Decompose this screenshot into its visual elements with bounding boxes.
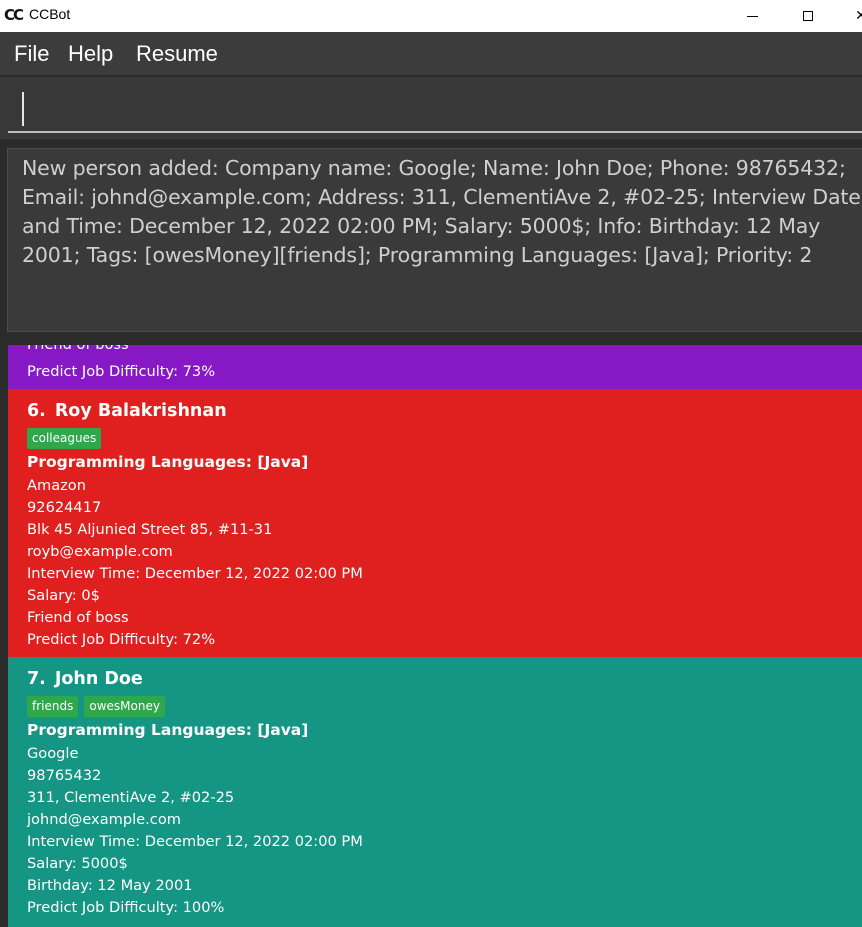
person-difficulty: Predict Job Difficulty: 73% bbox=[27, 363, 216, 380]
tag-label: friends bbox=[27, 696, 79, 717]
person-languages: Programming Languages: [Java] bbox=[27, 453, 309, 471]
command-box bbox=[0, 77, 862, 139]
person-email: johnd@example.com bbox=[27, 811, 181, 828]
person-interview-time: Interview Time: December 12, 2022 02:00 … bbox=[27, 833, 363, 850]
menu-help[interactable]: Help bbox=[68, 41, 113, 67]
close-button[interactable]: ✕ bbox=[838, 0, 862, 32]
person-card[interactable]: 7. John Doe friends owesMoney Programming… bbox=[8, 657, 862, 927]
menu-file[interactable]: File bbox=[14, 41, 49, 67]
person-name-text: Roy Balakrishnan bbox=[54, 401, 227, 421]
person-address: 311, ClementiAve 2, #02-25 bbox=[27, 789, 235, 806]
person-info: Friend of boss bbox=[27, 609, 129, 626]
person-tags: friends owesMoney bbox=[27, 696, 165, 717]
maximize-button[interactable] bbox=[785, 0, 831, 32]
result-display[interactable]: New person added: Company name: Google; … bbox=[7, 148, 862, 332]
person-card[interactable]: Friend of boss Predict Job Difficulty: 7… bbox=[8, 345, 862, 389]
person-email: royb@example.com bbox=[27, 543, 173, 560]
ccbot-logo-icon: CC bbox=[4, 6, 24, 24]
person-languages: Programming Languages: [Java] bbox=[27, 721, 309, 739]
person-info: Birthday: 12 May 2001 bbox=[27, 877, 193, 894]
menu-resume[interactable]: Resume bbox=[136, 41, 218, 67]
person-interview-time: Interview Time: December 12, 2022 02:00 … bbox=[27, 565, 363, 582]
text-caret bbox=[22, 92, 24, 126]
person-card[interactable]: 6. Roy Balakrishnan colleagues Programmin… bbox=[8, 389, 862, 657]
person-list[interactable]: Friend of boss Predict Job Difficulty: 7… bbox=[0, 345, 862, 927]
person-difficulty: Predict Job Difficulty: 100% bbox=[27, 899, 225, 916]
window-title: CCBot bbox=[29, 6, 71, 22]
minimize-button[interactable] bbox=[729, 0, 775, 32]
tag-label: owesMoney bbox=[84, 696, 165, 717]
person-salary: Salary: 0$ bbox=[27, 587, 100, 604]
result-display-panel: New person added: Company name: Google; … bbox=[0, 140, 862, 345]
tag-label: colleagues bbox=[27, 428, 102, 449]
person-phone: 98765432 bbox=[27, 767, 102, 784]
command-input[interactable] bbox=[8, 83, 862, 133]
person-index: 7. bbox=[27, 669, 46, 689]
person-company: Amazon bbox=[27, 477, 86, 494]
person-address: Blk 45 Aljunied Street 85, #11-31 bbox=[27, 521, 273, 538]
menu-bar: File Help Resume bbox=[0, 32, 862, 76]
close-icon: ✕ bbox=[855, 8, 862, 24]
person-salary: Salary: 5000$ bbox=[27, 855, 128, 872]
person-name: 6. Roy Balakrishnan bbox=[27, 401, 227, 421]
minimize-icon bbox=[746, 15, 758, 17]
person-difficulty: Predict Job Difficulty: 72% bbox=[27, 631, 216, 648]
person-name-text: John Doe bbox=[54, 669, 143, 689]
person-index: 6. bbox=[27, 401, 46, 421]
person-phone: 92624417 bbox=[27, 499, 102, 516]
title-bar: CC CCBot ✕ bbox=[0, 0, 862, 32]
result-message: New person added: Company name: Google; … bbox=[22, 156, 861, 267]
person-info: Friend of boss bbox=[27, 345, 129, 353]
person-tags: colleagues bbox=[27, 428, 102, 449]
maximize-icon bbox=[803, 11, 813, 21]
person-company: Google bbox=[27, 745, 79, 762]
person-name: 7. John Doe bbox=[27, 669, 143, 689]
